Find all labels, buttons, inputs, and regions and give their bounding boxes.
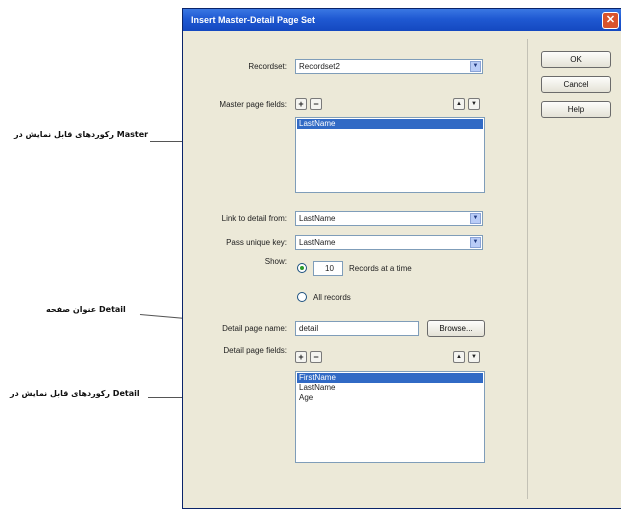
detail-move-down-button[interactable]: ▼ xyxy=(468,351,480,363)
list-item[interactable]: FirstName xyxy=(297,373,483,383)
ok-button[interactable]: OK xyxy=(541,51,611,68)
chevron-down-icon: ▼ xyxy=(470,61,481,72)
all-records-radio[interactable] xyxy=(297,292,307,302)
pass-key-select[interactable]: LastName ▼ xyxy=(295,235,483,250)
master-remove-field-button[interactable]: − xyxy=(310,98,322,110)
chevron-down-icon: ▼ xyxy=(470,237,481,248)
detail-page-name-input[interactable]: detail xyxy=(295,321,419,336)
annotation-detail-title: عنوان صفحه Detail xyxy=(46,305,126,314)
button-column-separator xyxy=(527,39,528,499)
annotation-detail-fields: رکوردهای قابل نمایش در Detail xyxy=(10,389,140,398)
detail-move-up-button[interactable]: ▲ xyxy=(453,351,465,363)
all-records-label: All records xyxy=(313,293,351,302)
dialog-title: Insert Master-Detail Page Set xyxy=(191,15,316,25)
detail-add-field-button[interactable]: + xyxy=(295,351,307,363)
master-fields-list[interactable]: LastName xyxy=(295,117,485,193)
recordset-value: Recordset2 xyxy=(299,62,340,71)
link-detail-select[interactable]: LastName ▼ xyxy=(295,211,483,226)
help-button[interactable]: Help xyxy=(541,101,611,118)
master-move-up-button[interactable]: ▲ xyxy=(453,98,465,110)
records-at-a-time-label: Records at a time xyxy=(349,264,412,273)
records-at-a-time-radio[interactable] xyxy=(297,263,307,273)
link-detail-label: Link to detail from: xyxy=(221,214,287,223)
cancel-button[interactable]: Cancel xyxy=(541,76,611,93)
insert-master-detail-dialog: Insert Master-Detail Page Set ✕ Recordse… xyxy=(182,8,621,509)
detail-fields-label: Detail page fields: xyxy=(223,346,287,355)
master-move-down-button[interactable]: ▼ xyxy=(468,98,480,110)
recordset-select[interactable]: Recordset2 ▼ xyxy=(295,59,483,74)
annotation-master-fields: رکوردهای قابل نمایش در Master xyxy=(14,130,149,139)
master-add-field-button[interactable]: + xyxy=(295,98,307,110)
close-icon[interactable]: ✕ xyxy=(602,12,619,29)
chevron-down-icon: ▼ xyxy=(470,213,481,224)
show-label: Show: xyxy=(264,257,287,266)
browse-button[interactable]: Browse... xyxy=(427,320,485,337)
list-item[interactable]: LastName xyxy=(297,119,483,129)
list-item[interactable]: LastName xyxy=(297,383,483,393)
pass-key-label: Pass unique key: xyxy=(226,238,287,247)
dialog-titlebar: Insert Master-Detail Page Set ✕ xyxy=(183,9,621,31)
list-item[interactable]: Age xyxy=(297,393,483,403)
recordset-label: Recordset: xyxy=(248,62,287,71)
detail-page-name-label: Detail page name: xyxy=(222,324,287,333)
detail-remove-field-button[interactable]: − xyxy=(310,351,322,363)
detail-fields-list[interactable]: FirstName LastName Age xyxy=(295,371,485,463)
records-count-input[interactable]: 10 xyxy=(313,261,343,276)
link-detail-value: LastName xyxy=(299,214,336,223)
pass-key-value: LastName xyxy=(299,238,336,247)
master-fields-label: Master page fields: xyxy=(219,100,287,109)
